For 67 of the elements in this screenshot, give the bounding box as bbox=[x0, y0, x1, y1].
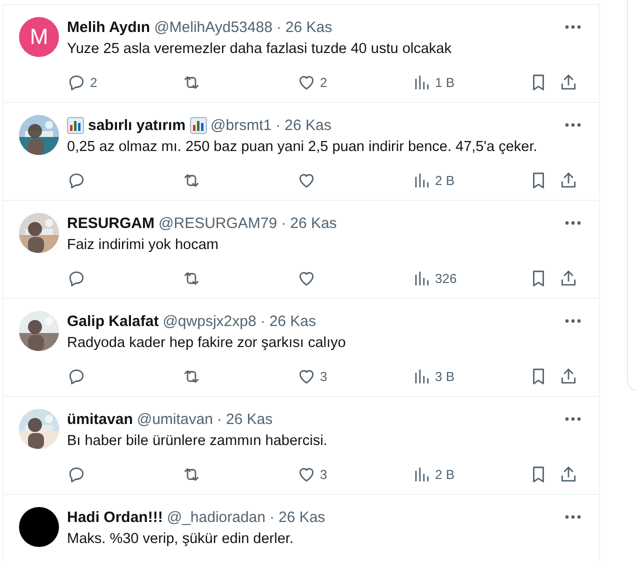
reply-button[interactable] bbox=[67, 170, 86, 190]
share-icon bbox=[559, 268, 578, 288]
post-time[interactable]: 26 Kas bbox=[290, 214, 337, 232]
reply-button[interactable] bbox=[67, 464, 86, 484]
share-icon bbox=[559, 170, 578, 190]
bar-chart-icon bbox=[412, 366, 431, 386]
share-button[interactable] bbox=[559, 170, 578, 190]
user-handle[interactable]: @brsmt1 bbox=[210, 116, 272, 134]
reply-icon bbox=[67, 268, 86, 288]
reply-icon bbox=[67, 366, 86, 386]
post-time[interactable]: 26 Kas bbox=[285, 18, 332, 36]
separator-dot: · bbox=[281, 214, 286, 232]
post-text: Radyoda kader hep fakire zor şarkısı calıyo bbox=[67, 334, 347, 353]
bar-chart-icon bbox=[412, 268, 431, 288]
post-text: Faiz indirimi yok hocam bbox=[67, 236, 220, 255]
user-handle[interactable]: @_hadioradan bbox=[166, 508, 266, 526]
user-name[interactable]: RESURGAM bbox=[67, 214, 155, 232]
post-time[interactable]: 26 Kas bbox=[226, 410, 273, 428]
reply-button[interactable] bbox=[67, 366, 86, 386]
post-text: Bı haber bile ürünlere zammın habercisi. bbox=[67, 432, 328, 451]
like-button[interactable]: 3 bbox=[297, 366, 328, 386]
bar-chart-icon bbox=[412, 464, 431, 484]
bar-chart-icon bbox=[412, 72, 431, 92]
views-button[interactable]: 3 B bbox=[412, 366, 455, 386]
views-button[interactable]: 2 B bbox=[412, 170, 455, 190]
like-button[interactable]: 3 bbox=[297, 464, 328, 484]
user-name[interactable]: sabırlı yatırım bbox=[88, 116, 186, 134]
share-icon bbox=[559, 366, 578, 386]
user-handle[interactable]: @RESURGAM79 bbox=[158, 214, 278, 232]
user-name[interactable]: ümitavan bbox=[67, 410, 133, 428]
post-text: 0,25 az olmaz mı. 250 baz puan yani 2,5 puan indirir bence. 47,5'a çeker. bbox=[67, 138, 538, 157]
reply-icon bbox=[67, 170, 86, 190]
reply-icon bbox=[67, 464, 86, 484]
post-text: Maks. %30 verip, şükür edin derler. bbox=[67, 530, 294, 549]
reply-icon bbox=[67, 72, 86, 92]
separator-dot: · bbox=[269, 508, 274, 526]
reply-button[interactable]: 2 bbox=[67, 72, 98, 92]
reply-button[interactable] bbox=[67, 268, 86, 288]
post-time[interactable]: 26 Kas bbox=[284, 116, 332, 134]
user-name[interactable]: Melih Aydın bbox=[67, 18, 150, 36]
separator-dot: · bbox=[276, 18, 282, 36]
share-icon bbox=[559, 72, 578, 92]
share-button[interactable] bbox=[559, 464, 578, 484]
separator-dot: · bbox=[216, 410, 222, 428]
like-button[interactable]: 2 bbox=[297, 72, 328, 92]
avatar[interactable] bbox=[19, 507, 59, 547]
user-handle[interactable]: @qwpsjx2xp8 bbox=[162, 312, 256, 330]
user-handle[interactable]: @umitavan bbox=[136, 410, 213, 428]
user-name[interactable]: Galip Kalafat bbox=[67, 312, 159, 330]
views-button[interactable]: 2 B bbox=[412, 464, 455, 484]
separator-dot: · bbox=[260, 312, 266, 330]
bar-chart-badge-icon bbox=[67, 116, 84, 134]
bar-chart-badge-icon bbox=[190, 116, 207, 134]
post-text: Yuze 25 asla veremezler daha fazlasi tuzde 40 ustu olcakak bbox=[67, 40, 452, 59]
separator-dot: · bbox=[276, 116, 281, 134]
user-name[interactable]: Hadi Ordan!!! bbox=[67, 508, 163, 526]
share-icon bbox=[559, 464, 578, 484]
post-time[interactable]: 26 Kas bbox=[269, 312, 316, 330]
share-button[interactable] bbox=[559, 72, 578, 92]
share-button[interactable] bbox=[559, 366, 578, 386]
bar-chart-icon bbox=[412, 170, 431, 190]
post-time[interactable]: 26 Kas bbox=[278, 508, 326, 526]
avatar[interactable]: M bbox=[19, 17, 59, 57]
user-handle[interactable]: @MelihAyd53488 bbox=[154, 18, 272, 36]
views-button[interactable]: 326 bbox=[412, 268, 457, 288]
views-button[interactable]: 1 B bbox=[412, 72, 455, 92]
share-button[interactable] bbox=[559, 268, 578, 288]
